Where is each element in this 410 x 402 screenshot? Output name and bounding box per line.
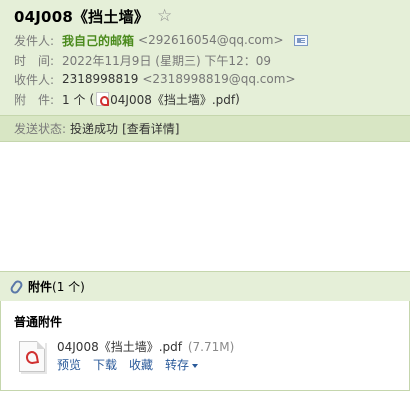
attachment-actions: 预览 下载 收藏 转存 — [57, 356, 210, 373]
sender-label: 发件人: — [14, 33, 55, 48]
attachments-count: (1 个) — [52, 280, 85, 294]
status-label: 发送状态: — [14, 122, 67, 136]
preview-link[interactable]: 预览 — [57, 356, 81, 373]
pdf-glyph — [24, 350, 40, 365]
chevron-down-icon[interactable] — [192, 363, 199, 368]
sender-name[interactable]: 我自己的邮箱 — [62, 32, 134, 49]
delivery-status-bar: 发送状态: 投递成功 [查看详情] — [0, 115, 410, 142]
status-value: 投递成功 — [70, 122, 119, 136]
recipient-row: 收件人: 2318998819 <2318998819@qq.com> — [14, 70, 296, 88]
recipient-label: 收件人: — [14, 72, 55, 87]
pdf-icon[interactable] — [19, 341, 45, 372]
subject-row: 04J008《挡土墙》 ☆ — [14, 6, 172, 26]
download-link[interactable]: 下载 — [93, 356, 117, 373]
paperclip-icon — [8, 278, 25, 295]
attachment-label: 附 件: — [14, 92, 55, 107]
view-details-link[interactable]: [查看详情] — [122, 120, 179, 137]
sender-row: 发件人: 我自己的邮箱 <292616054@qq.com> — [14, 31, 308, 49]
attachments-title: 附件 — [28, 280, 53, 294]
contact-card-icon[interactable] — [293, 34, 308, 46]
attachment-paren-close: ) — [235, 92, 240, 106]
attachments-section-title: 普通附件 — [14, 315, 63, 329]
attachments-panel: 普通附件 04J008《挡土墙》.pdf (7.71M) 预览 下载 收藏 转存 — [0, 301, 410, 391]
save-to-link[interactable]: 转存 — [165, 356, 199, 373]
sender-email: <292616054@qq.com> — [138, 33, 284, 47]
favorite-link[interactable]: 收藏 — [129, 356, 153, 373]
attachment-row: 附 件: 1 个 ( 04J008《挡土墙》.pdf ) — [14, 90, 240, 108]
attachment-link[interactable]: 04J008《挡土墙》.pdf — [110, 91, 235, 108]
mail-header: 04J008《挡土墙》 ☆ 发件人: 我自己的邮箱 <292616054@qq.… — [0, 0, 410, 115]
pdf-icon — [96, 92, 110, 106]
recipient-email: <2318998819@qq.com> — [142, 72, 296, 86]
attachment-paren-open: ( — [89, 92, 95, 106]
attachments-header: 附件 (1 个) — [0, 271, 410, 301]
attachment-file-name-row: 04J008《挡土墙》.pdf (7.71M) — [57, 338, 234, 355]
time-row: 时 间: 2022年11月9日 (星期三) 下午12：09 — [14, 51, 271, 69]
attachment-count: 1 个 — [62, 92, 86, 107]
save-to-label: 转存 — [165, 358, 190, 372]
time-label: 时 间: — [14, 53, 55, 68]
mail-subject: 04J008《挡土墙》 — [14, 7, 149, 26]
attachment-file-size: (7.71M) — [187, 340, 235, 354]
time-value: 2022年11月9日 (星期三) 下午12：09 — [62, 53, 271, 68]
star-icon[interactable]: ☆ — [157, 7, 172, 25]
attachment-file-name[interactable]: 04J008《挡土墙》.pdf — [57, 340, 182, 354]
recipient-name[interactable]: 2318998819 — [62, 72, 138, 86]
